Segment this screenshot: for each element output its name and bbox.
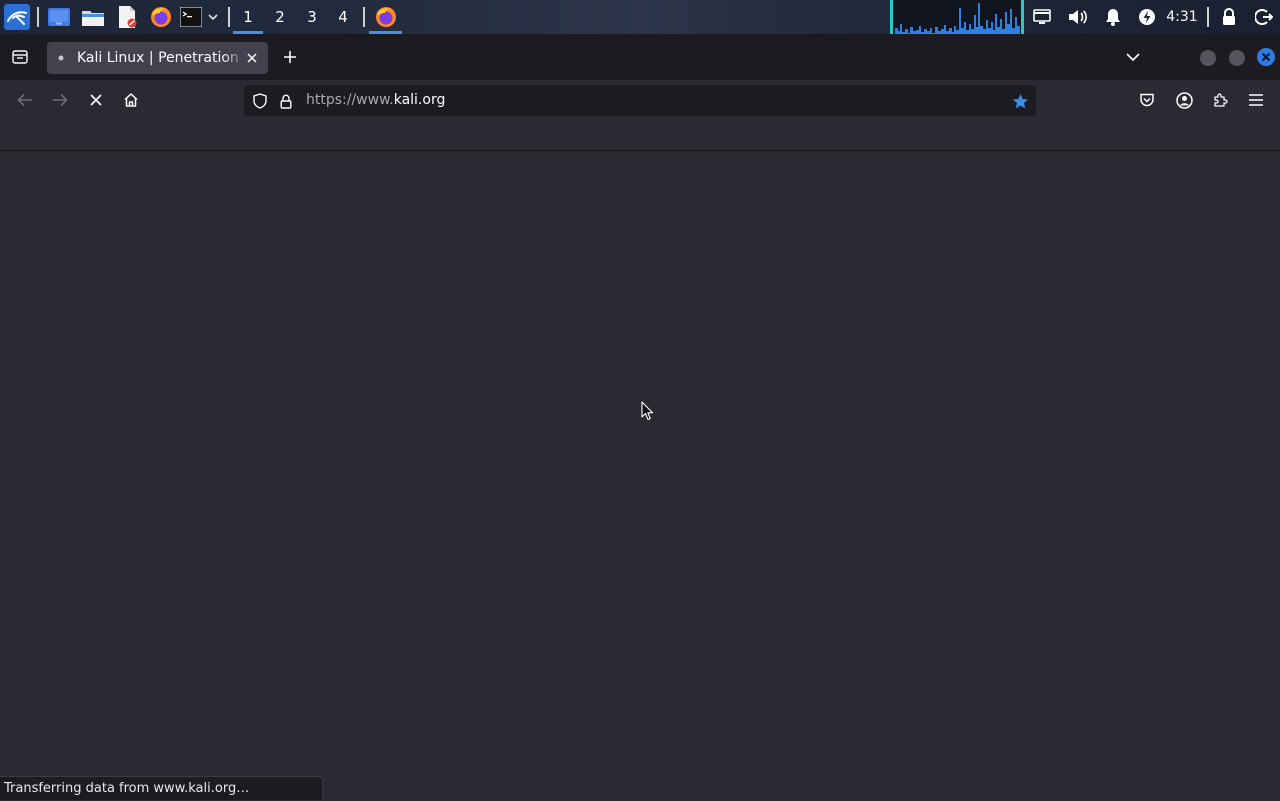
minimize-window-button[interactable] [1199, 49, 1216, 66]
tab-kali-linux[interactable]: Kali Linux | Penetration Testing and Eth… [47, 42, 268, 74]
system-panel: 1 2 3 4 4:31 [0, 0, 1280, 34]
list-all-tabs-chevron-icon[interactable] [1121, 46, 1145, 68]
mouse-cursor-icon [640, 400, 654, 422]
text-editor-icon[interactable] [114, 4, 140, 30]
page-content-area[interactable] [0, 152, 1280, 800]
maximize-window-button[interactable] [1228, 49, 1245, 66]
account-icon[interactable] [1173, 89, 1195, 111]
hamburger-menu-icon[interactable] [1245, 89, 1267, 111]
url-domain: kali.org [393, 92, 446, 108]
close-tab-icon[interactable] [244, 50, 260, 66]
workspace-label: 1 [243, 8, 253, 26]
workspace-label: 3 [307, 8, 317, 26]
show-desktop-icon[interactable] [46, 4, 72, 30]
url-text[interactable]: https://www.kali.org [306, 85, 445, 116]
panel-separator [37, 7, 39, 27]
new-tab-plus-icon[interactable] [279, 46, 301, 68]
extensions-puzzle-icon[interactable] [1209, 89, 1231, 111]
power-manager-icon[interactable] [1136, 4, 1158, 30]
workspace-1-button[interactable]: 1 [232, 0, 264, 34]
bookmarks-toolbar [0, 120, 1280, 151]
cpu-usage-graph[interactable] [890, 0, 1024, 34]
panel-separator [1207, 7, 1209, 27]
chevron-down-icon[interactable] [206, 4, 220, 30]
url-bar[interactable]: https://www.kali.org [244, 85, 1036, 116]
clock-time: 4:31 [1166, 9, 1198, 25]
loading-dot-icon [57, 54, 65, 62]
secure-lock-icon[interactable] [278, 92, 294, 110]
workspace-label: 4 [338, 8, 348, 26]
workspace-label: 2 [275, 8, 285, 26]
close-window-button[interactable] [1257, 48, 1275, 66]
lock-screen-icon[interactable] [1218, 4, 1240, 30]
stop-loading-icon[interactable] [85, 89, 107, 111]
clock[interactable]: 4:31 [1162, 0, 1202, 34]
workspace-4-button[interactable]: 4 [327, 0, 359, 34]
terminal-icon[interactable] [179, 4, 203, 30]
home-icon[interactable] [120, 89, 142, 111]
firefox-taskbar-button[interactable] [369, 4, 402, 34]
kali-menu-icon[interactable] [3, 4, 31, 30]
workspace-3-button[interactable]: 3 [296, 0, 328, 34]
url-prefix: https://www. [306, 92, 394, 108]
tracking-protection-shield-icon[interactable] [251, 92, 269, 110]
back-arrow-icon[interactable] [14, 89, 36, 111]
panel-separator [228, 7, 230, 27]
firefox-launcher-icon[interactable] [148, 4, 174, 30]
logout-icon[interactable] [1253, 4, 1275, 30]
pocket-icon[interactable] [1136, 89, 1158, 111]
display-icon[interactable] [1031, 4, 1053, 30]
forward-arrow-icon[interactable] [49, 89, 71, 111]
file-manager-icon[interactable] [80, 4, 106, 30]
workspace-2-button[interactable]: 2 [264, 0, 296, 34]
notifications-bell-icon[interactable] [1102, 4, 1124, 30]
volume-icon[interactable] [1067, 4, 1089, 30]
firefox-view-icon[interactable] [8, 46, 32, 68]
tab-title: Kali Linux | Penetration Testing and Eth… [77, 50, 247, 66]
bookmark-star-icon[interactable] [1010, 91, 1030, 111]
status-panel: Transferring data from www.kali.org… [0, 776, 323, 800]
panel-separator [363, 7, 365, 27]
